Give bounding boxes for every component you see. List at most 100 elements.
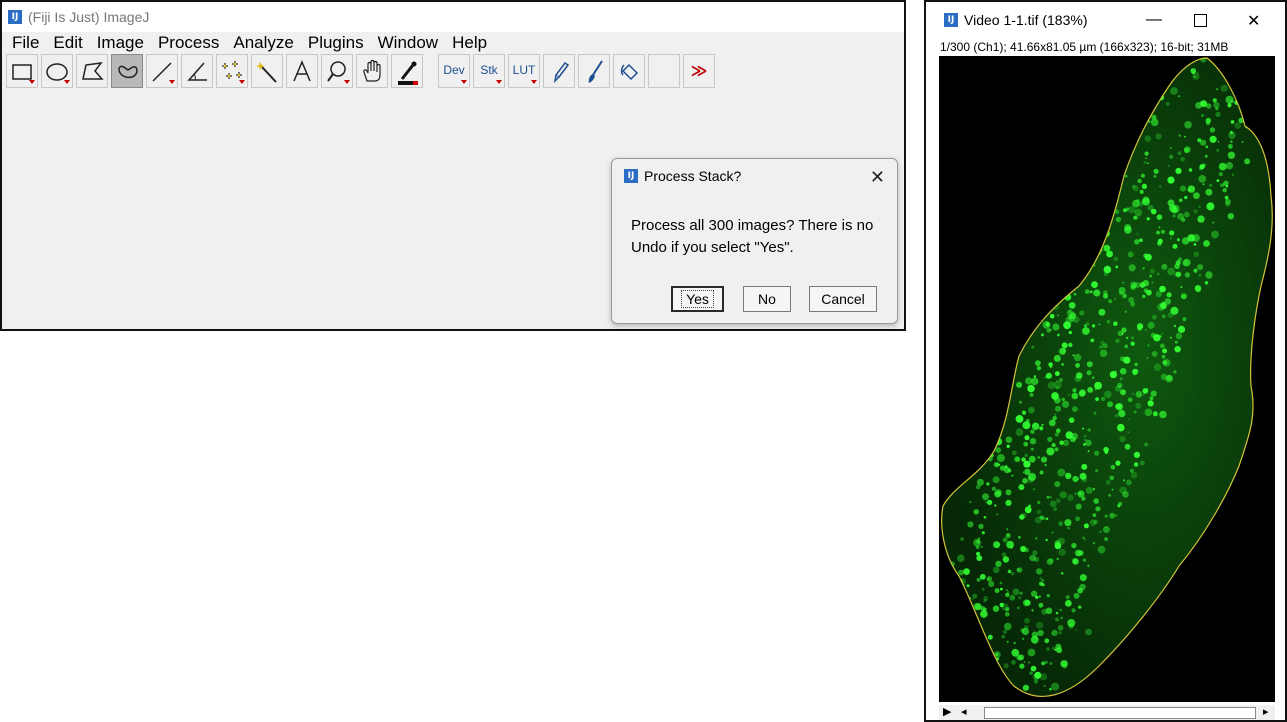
speckle (976, 540, 980, 544)
oval-tool[interactable] (41, 54, 73, 88)
speckle (1184, 272, 1191, 278)
polygon-tool[interactable] (76, 54, 108, 88)
menu-help[interactable]: Help (446, 33, 495, 53)
speckle (1167, 164, 1170, 167)
speckle (1130, 281, 1137, 289)
speckle (941, 654, 948, 662)
menu-image[interactable]: Image (91, 33, 152, 53)
speckle (992, 476, 1000, 484)
menu-window[interactable]: Window (372, 33, 446, 53)
cancel-button[interactable]: Cancel (809, 286, 877, 312)
line-tool[interactable] (146, 54, 178, 88)
flood-fill-tool[interactable] (613, 54, 645, 88)
magnifier-tool[interactable] (321, 54, 353, 88)
speckle (1115, 403, 1124, 411)
speckle (1041, 608, 1048, 615)
speckle (1086, 361, 1093, 368)
speckle (1262, 108, 1267, 113)
speckle (1142, 267, 1145, 270)
speckle (1225, 162, 1233, 170)
speckle (1130, 341, 1135, 346)
speckle (1218, 162, 1227, 171)
rectangle-tool[interactable] (6, 54, 38, 88)
speckle (1153, 168, 1159, 174)
menu-process[interactable]: Process (152, 33, 227, 53)
speckle (994, 504, 997, 507)
speckle (972, 617, 976, 620)
text-tool[interactable] (286, 54, 318, 88)
menu-analyze[interactable]: Analyze (227, 33, 301, 53)
yes-button[interactable]: Yes (671, 286, 724, 312)
play-icon[interactable]: ▶ (943, 705, 951, 718)
dialog-message: Process all 300 images? There is no Undo… (631, 217, 874, 256)
speckle (1061, 282, 1064, 285)
speckle (942, 684, 945, 687)
empty-tool-slot[interactable] (648, 54, 680, 88)
speckle (1169, 230, 1175, 236)
speckle (1087, 387, 1093, 393)
speckle (1216, 88, 1219, 91)
speckle (1104, 537, 1108, 541)
scrollbar-track[interactable] (984, 707, 1256, 719)
dialog-close-icon[interactable]: ✕ (870, 167, 885, 188)
speckle (1229, 79, 1234, 84)
speckle (1031, 609, 1034, 612)
lut-menu-tool[interactable]: LUT (508, 54, 540, 88)
color-picker-tool[interactable] (391, 54, 423, 88)
speckle (1182, 317, 1187, 322)
speckle (1169, 147, 1172, 149)
menu-plugins[interactable]: Plugins (302, 33, 372, 53)
menu-edit[interactable]: Edit (47, 33, 90, 53)
speckle (1047, 381, 1056, 390)
speckle (1125, 121, 1130, 125)
speckle (1192, 71, 1195, 75)
speckle (1098, 217, 1103, 222)
multipoint-tool[interactable] (216, 54, 248, 88)
pencil-tool[interactable] (543, 54, 575, 88)
maximize-icon[interactable] (1194, 14, 1207, 27)
speckle (1007, 468, 1012, 473)
developer-menu-tool[interactable]: Dev (438, 54, 470, 88)
speckle (1057, 314, 1060, 317)
image-canvas[interactable] (939, 56, 1275, 702)
speckle (1085, 486, 1093, 494)
stack-menu-tool[interactable]: Stk (473, 54, 505, 88)
freehand-tool[interactable] (111, 54, 143, 88)
speckle (1115, 338, 1120, 344)
close-icon[interactable]: ✕ (1247, 11, 1260, 31)
more-tools-button[interactable]: ≫ (683, 54, 715, 88)
paintbrush-tool[interactable] (578, 54, 610, 88)
scroll-left-icon[interactable]: ◂ (961, 705, 967, 718)
speckle (1000, 587, 1003, 591)
speckle (1051, 531, 1054, 534)
speckle (1085, 322, 1090, 326)
menu-file[interactable]: File (6, 33, 47, 53)
speckle (1030, 447, 1034, 451)
no-button[interactable]: No (743, 286, 791, 312)
speckle (948, 648, 954, 654)
speckle (1025, 377, 1033, 385)
speckle (1133, 462, 1139, 467)
speckle (1115, 460, 1121, 466)
speckle (1041, 579, 1045, 582)
speckle (1147, 344, 1150, 347)
speckle (1161, 263, 1168, 270)
scroll-right-icon[interactable]: ▸ (1263, 705, 1269, 718)
minimize-icon[interactable]: — (1146, 11, 1162, 29)
speckle (1241, 141, 1244, 143)
wand-tool[interactable] (251, 54, 283, 88)
fiji-logo-icon: IJ (8, 10, 22, 24)
speckle (1087, 149, 1095, 156)
speckle (1121, 389, 1126, 393)
speckle (1022, 421, 1031, 430)
speckle (1160, 335, 1162, 337)
speckle (1044, 463, 1047, 467)
angle-tool[interactable] (181, 54, 213, 88)
speckle (1180, 285, 1183, 289)
speckle (1018, 535, 1021, 539)
speckle (953, 682, 957, 687)
stack-scrollbar[interactable]: ▶ ◂ ▸ (939, 705, 1275, 720)
scroll-tool[interactable] (356, 54, 388, 88)
speckle (1023, 441, 1029, 447)
speckle (1147, 400, 1154, 407)
